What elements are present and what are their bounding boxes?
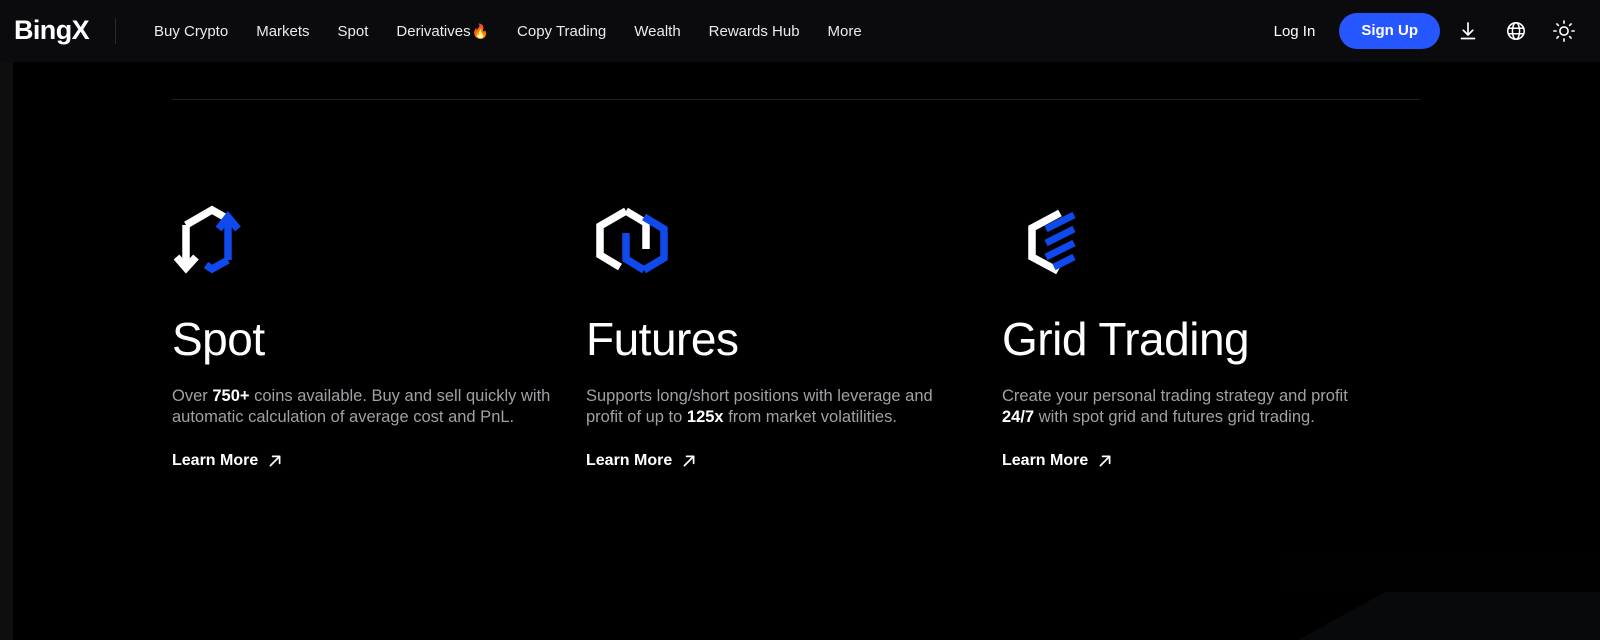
nav-item-rewards-hub[interactable]: Rewards Hub [695,16,814,47]
site-header: BingX Buy Crypto Markets Spot Derivative… [0,0,1600,62]
flame-icon: 🔥 [471,23,490,39]
globe-icon[interactable] [1496,11,1536,51]
spot-swap-arrows-icon [172,205,264,285]
nav-item-spot[interactable]: Spot [324,16,383,47]
download-icon[interactable] [1448,11,1488,51]
nav-item-more[interactable]: More [814,16,876,47]
arrow-up-right-icon [1099,455,1111,467]
nav-label: Copy Trading [517,22,607,40]
card-title: Grid Trading [1002,313,1250,365]
bingx-logo[interactable]: BingX [14,16,90,46]
nav-label: Spot [337,22,369,40]
product-card-grid-trading: Grid Trading Create your personal tradin… [1002,205,1422,470]
nav-item-derivatives[interactable]: Derivatives 🔥 [382,16,503,47]
page-root: BingX Buy Crypto Markets Spot Derivative… [0,0,1600,640]
nav-label: More [827,22,862,40]
desc-highlight: 24/7 [1002,408,1035,427]
header-actions: Log In Sign Up [1260,11,1584,51]
futures-interlocking-hexagons-icon [586,205,678,285]
learn-more-label: Learn More [172,451,259,469]
learn-more-link-grid-trading[interactable]: Learn More [1002,451,1113,469]
product-card-spot: Spot Over 750+ coins available. Buy and … [172,205,592,470]
log-in-button[interactable]: Log In [1260,16,1330,47]
main-navigation: Buy Crypto Markets Spot Derivatives 🔥 Co… [140,16,876,47]
card-title: Futures [586,313,739,365]
nav-label: Wealth [634,22,681,40]
learn-more-link-futures[interactable]: Learn More [586,451,697,469]
left-edge-gutter [0,62,13,640]
learn-more-label: Learn More [1002,451,1089,469]
corner-decoration-slab [1298,592,1600,640]
nav-item-wealth[interactable]: Wealth [620,16,694,47]
nav-label: Rewards Hub [708,22,800,40]
desc-highlight: 125x [686,408,724,427]
sign-up-button[interactable]: Sign Up [1339,13,1440,49]
section-divider [172,99,1420,100]
desc-pre: Create your personal trading strategy an… [1002,386,1348,405]
desc-pre: Over [172,386,213,405]
desc-highlight: 750+ [212,386,250,405]
grid-trading-bars-icon [1002,205,1094,285]
card-title: Spot [172,313,265,365]
arrow-up-right-icon [683,455,695,467]
desc-post: with spot grid and futures grid trading. [1034,408,1315,427]
card-description: Over 750+ coins available. Buy and sell … [172,386,552,429]
nav-label: Markets [256,22,310,40]
arrow-up-right-icon [269,455,281,467]
card-description: Supports long/short positions with lever… [586,386,966,429]
nav-item-copy-trading[interactable]: Copy Trading [503,16,620,47]
product-card-futures: Futures Supports long/short positions wi… [586,205,1006,470]
nav-label: Buy Crypto [154,22,229,40]
nav-label: Derivatives [396,22,471,40]
header-divider [115,18,116,44]
corner-decoration-panel [1285,558,1600,592]
brightness-icon[interactable] [1544,11,1584,51]
desc-post: from market volatilities. [723,408,897,427]
nav-item-buy-crypto[interactable]: Buy Crypto [140,16,242,47]
card-description: Create your personal trading strategy an… [1002,386,1382,429]
learn-more-label: Learn More [586,451,673,469]
learn-more-link-spot[interactable]: Learn More [172,451,283,469]
main-content: Spot Over 750+ coins available. Buy and … [13,62,1600,640]
nav-item-markets[interactable]: Markets [242,16,323,47]
